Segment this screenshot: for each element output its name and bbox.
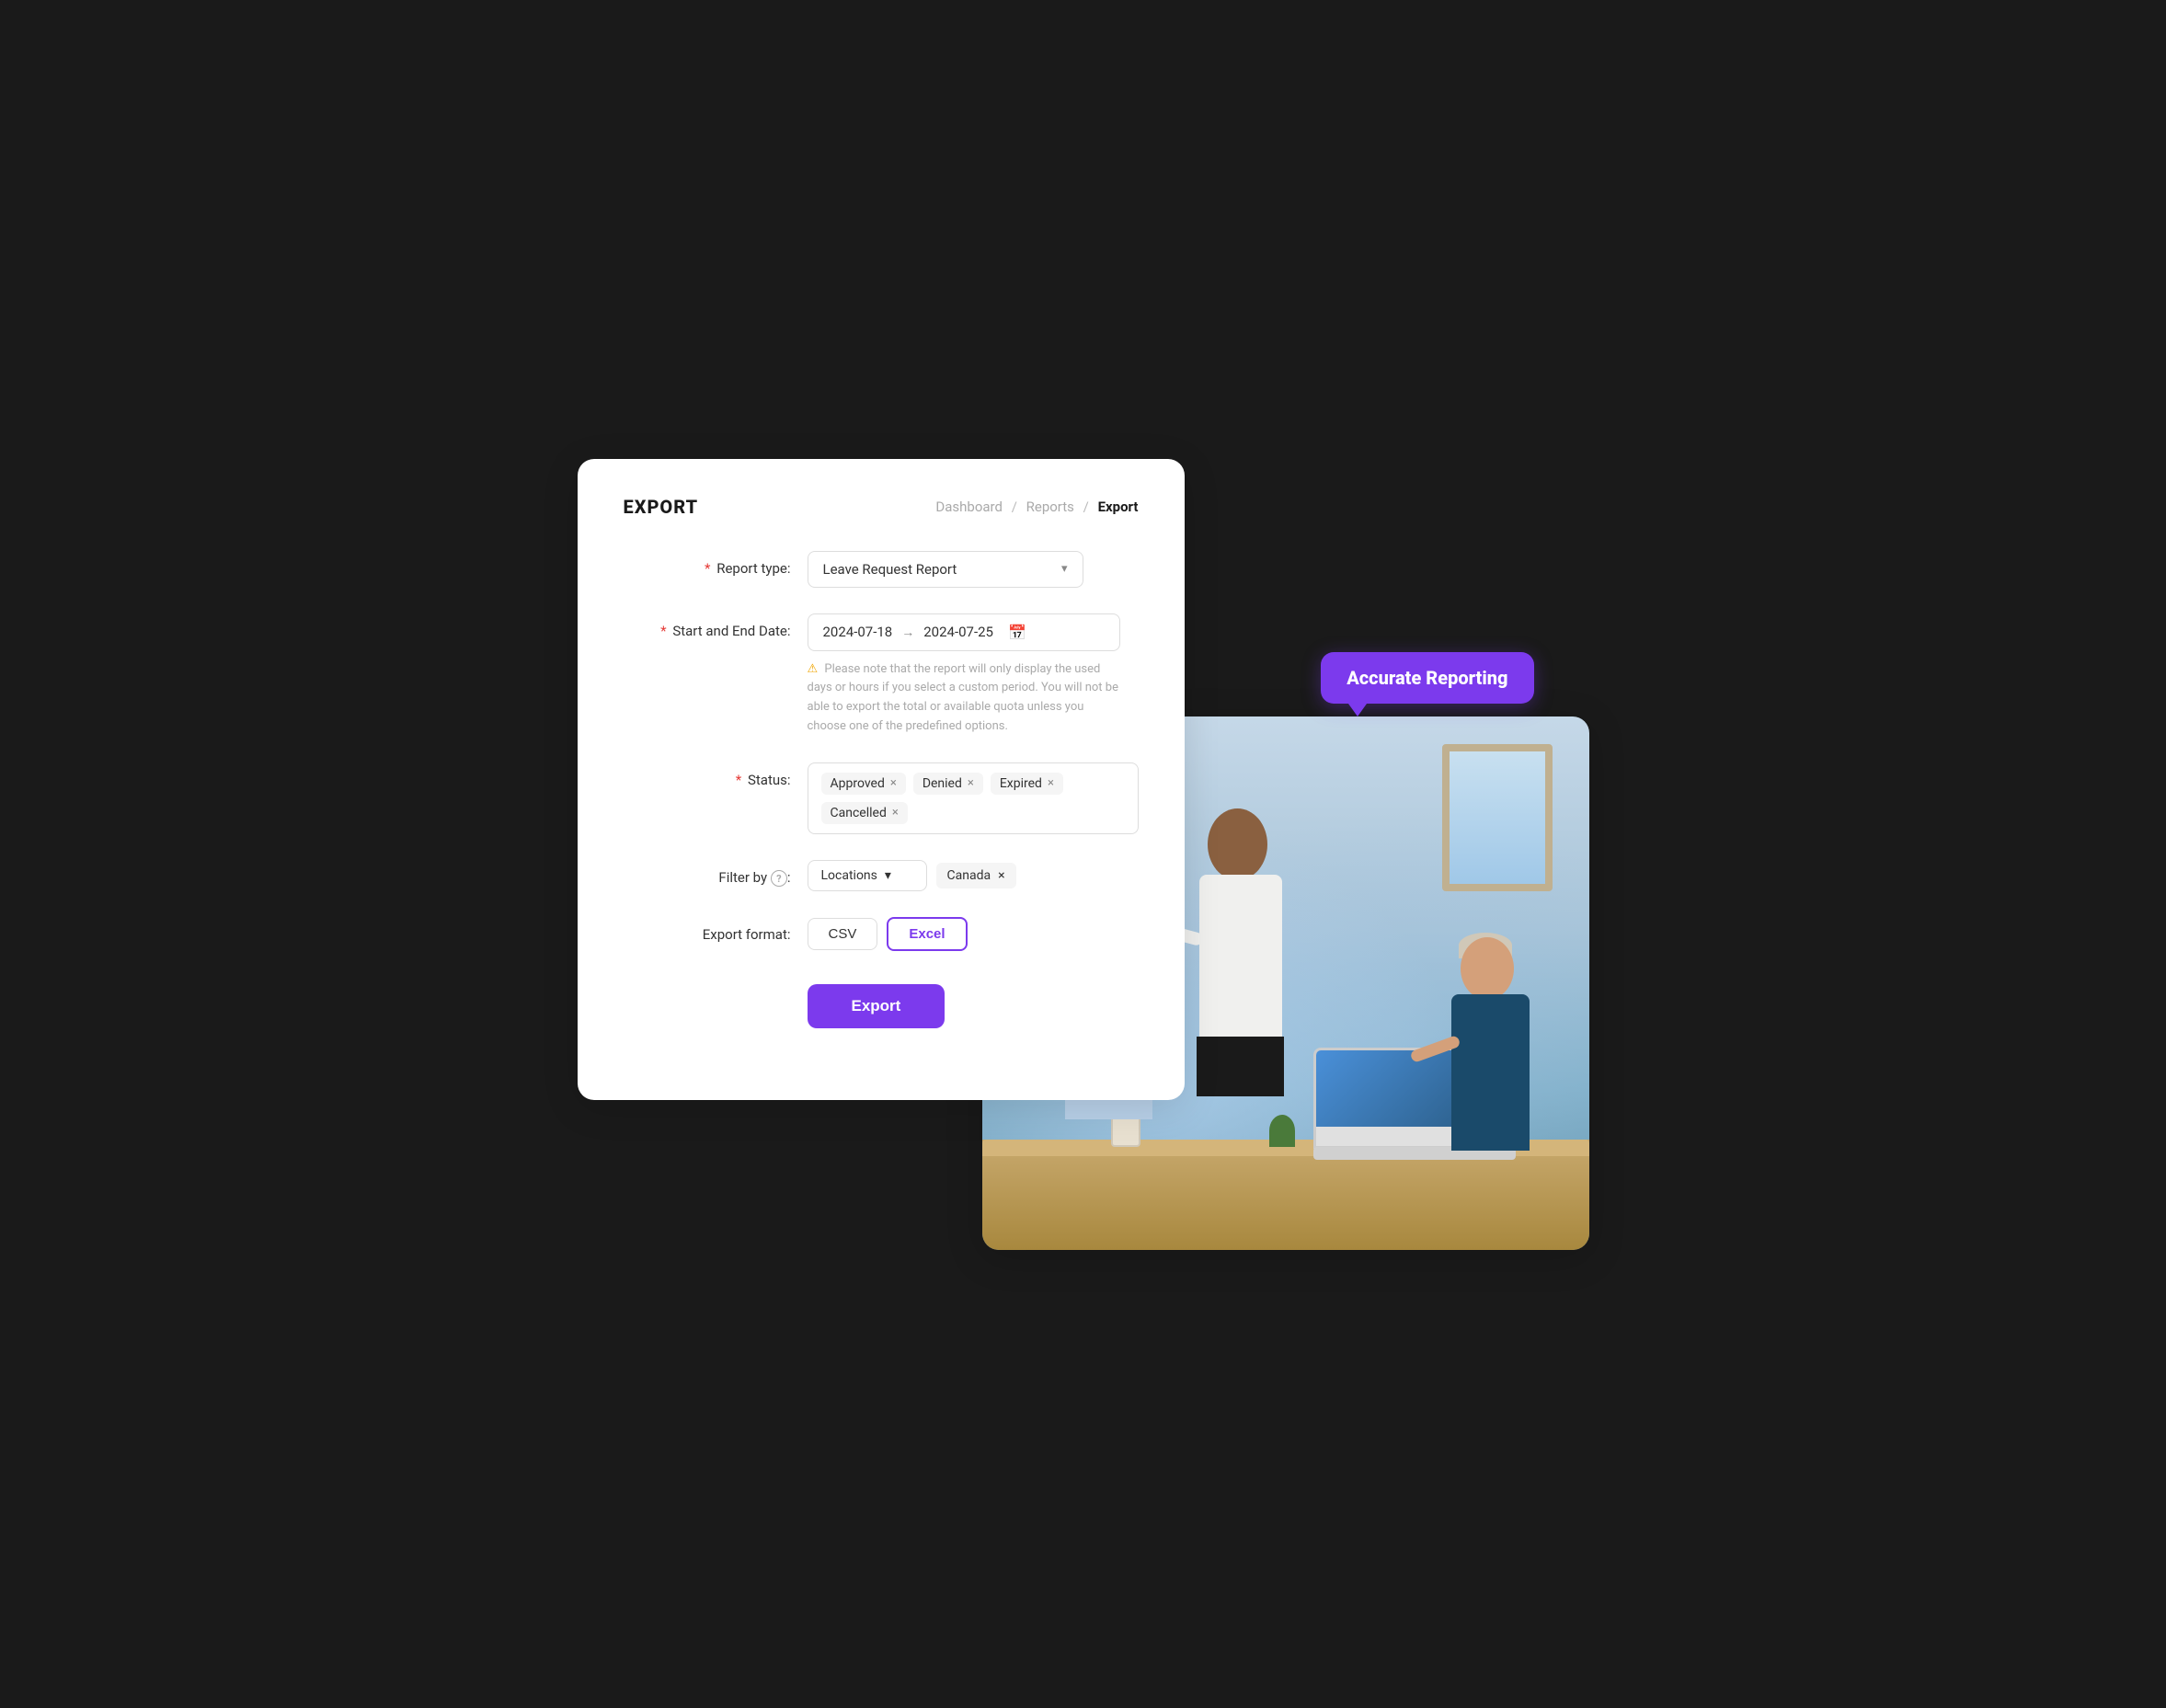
help-icon[interactable]: ?	[771, 870, 787, 887]
export-button[interactable]: Export	[808, 984, 945, 1028]
filter-by-row: Filter by ?: Locations ▾ Canada ×	[624, 860, 1139, 891]
report-type-label: * Report type:	[624, 551, 808, 577]
status-row: * Status: Approved × Denied × Expired ×	[624, 762, 1139, 834]
csv-button[interactable]: CSV	[808, 918, 878, 950]
required-star-2: *	[660, 623, 666, 639]
calendar-icon: 📅	[1008, 624, 1026, 641]
breadcrumb-export: Export	[1098, 499, 1139, 515]
report-type-row: * Report type: Leave Request Report ▾	[624, 551, 1139, 588]
filter-chevron-icon: ▾	[885, 868, 891, 883]
filter-value-remove[interactable]: ×	[998, 868, 1004, 883]
reporting-bubble: Accurate Reporting	[1321, 652, 1533, 704]
export-button-spacer	[624, 977, 808, 986]
warning-icon: ⚠	[808, 662, 819, 676]
woman-center-head	[1208, 808, 1267, 880]
filter-row-content: Locations ▾ Canada ×	[808, 860, 1016, 891]
date-range-row: * Start and End Date: 2024-07-18 → 2024-…	[624, 613, 1139, 737]
reporting-bubble-text: Accurate Reporting	[1347, 667, 1507, 689]
woman-right-head	[1461, 937, 1514, 1000]
export-format-label: Export format:	[624, 917, 808, 943]
filter-value-tag: Canada ×	[936, 863, 1016, 888]
report-type-select[interactable]: Leave Request Report ▾	[808, 551, 1083, 588]
format-row-content: CSV Excel	[808, 917, 968, 951]
tag-cancelled-label: Cancelled	[831, 806, 887, 820]
arrow-icon: →	[901, 625, 914, 640]
tag-approved-label: Approved	[831, 776, 885, 791]
breadcrumb-dashboard[interactable]: Dashboard	[935, 499, 1003, 515]
tag-expired-label: Expired	[1000, 776, 1042, 791]
start-date: 2024-07-18	[823, 624, 893, 640]
tag-denied: Denied ×	[913, 773, 983, 795]
tag-approved: Approved ×	[821, 773, 906, 795]
end-date: 2024-07-25	[923, 624, 993, 640]
tag-expired-remove[interactable]: ×	[1048, 777, 1054, 789]
tag-cancelled: Cancelled ×	[821, 802, 908, 824]
breadcrumb-sep-1: /	[1012, 499, 1017, 515]
page-title: EXPORT	[624, 496, 699, 518]
required-star: *	[705, 560, 710, 577]
date-warning: ⚠ Please note that the report will only …	[808, 660, 1120, 737]
tag-denied-label: Denied	[923, 776, 962, 791]
tag-approved-remove[interactable]: ×	[890, 777, 897, 789]
bg-window	[1442, 744, 1553, 891]
tag-cancelled-remove[interactable]: ×	[892, 807, 899, 819]
tag-denied-remove[interactable]: ×	[968, 777, 974, 789]
tag-expired: Expired ×	[991, 773, 1063, 795]
filter-by-label: Filter by ?:	[624, 860, 808, 888]
export-button-row: Export	[624, 977, 1139, 1028]
export-form-card: EXPORT Dashboard / Reports / Export * Re…	[578, 459, 1185, 1100]
filter-value-label: Canada	[947, 868, 991, 883]
report-type-value: Leave Request Report	[823, 561, 957, 578]
person-woman-center	[1166, 790, 1323, 1250]
person-woman-right	[1424, 882, 1562, 1250]
woman-right-shirt	[1451, 994, 1530, 1151]
woman-center-shirt	[1199, 875, 1282, 1040]
required-star-3: *	[736, 772, 741, 788]
breadcrumb: Dashboard / Reports / Export	[935, 499, 1138, 515]
filter-type-value: Locations	[821, 868, 877, 883]
chevron-down-icon: ▾	[1061, 562, 1068, 576]
export-format-row: Export format: CSV Excel	[624, 917, 1139, 951]
breadcrumb-reports[interactable]: Reports	[1026, 499, 1074, 515]
date-range-label: * Start and End Date:	[624, 613, 808, 639]
excel-button[interactable]: Excel	[887, 917, 967, 951]
filter-type-select[interactable]: Locations ▾	[808, 860, 927, 891]
date-range-picker[interactable]: 2024-07-18 → 2024-07-25 📅	[808, 613, 1120, 651]
status-label: * Status:	[624, 762, 808, 788]
date-range-col: 2024-07-18 → 2024-07-25 📅 ⚠ Please note …	[808, 613, 1120, 737]
breadcrumb-sep-2: /	[1083, 499, 1089, 515]
woman-center-waist	[1197, 1037, 1284, 1096]
status-tags-container[interactable]: Approved × Denied × Expired × Cancelled …	[808, 762, 1139, 834]
